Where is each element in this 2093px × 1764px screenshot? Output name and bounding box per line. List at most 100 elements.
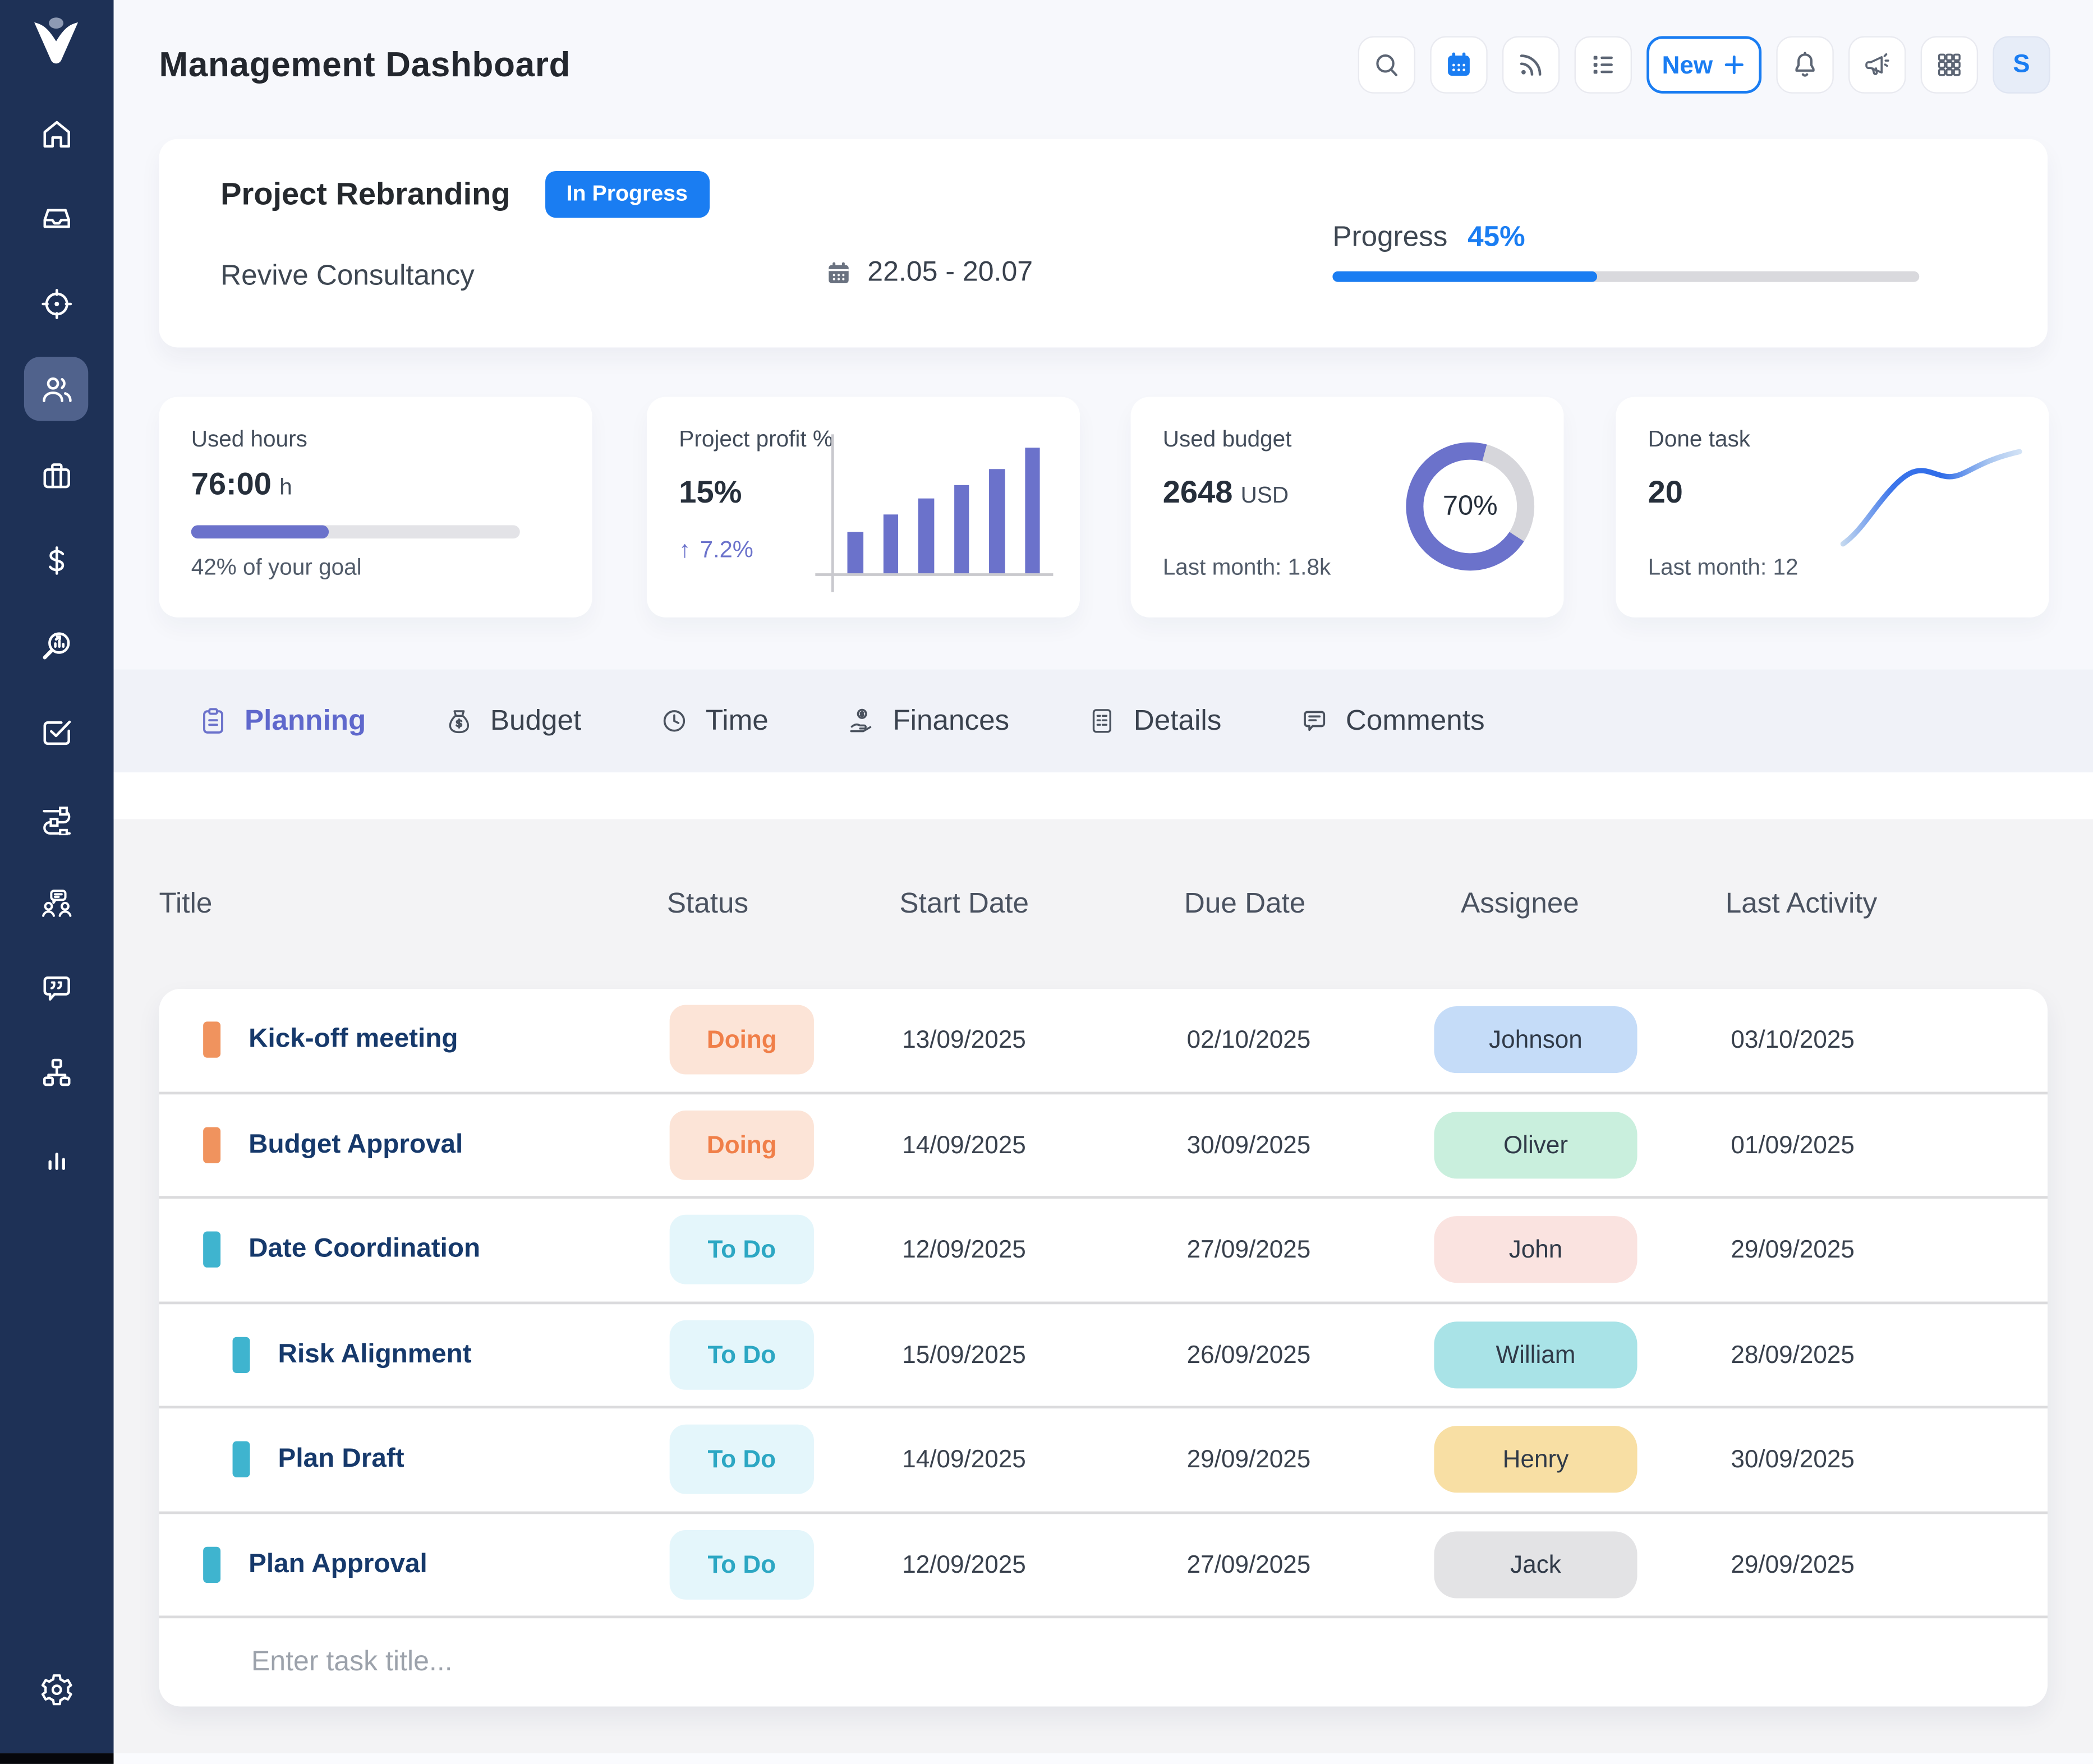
- dollar-icon: [38, 542, 74, 578]
- task-status-badge: To Do: [670, 1320, 814, 1389]
- task-title-link[interactable]: Risk Alignment: [278, 1339, 472, 1370]
- task-status-badge: Doing: [670, 1110, 814, 1180]
- task-last-activity: 28/09/2025: [1731, 1340, 1855, 1369]
- task-last-activity: 03/10/2025: [1731, 1025, 1855, 1054]
- task-due-date: 26/09/2025: [1187, 1340, 1311, 1369]
- new-button[interactable]: New: [1646, 36, 1761, 93]
- budget-label: Used budget: [1163, 426, 1292, 453]
- table-row[interactable]: Kick-off meeting Doing 13/09/2025 02/10/…: [159, 989, 2048, 1094]
- arrow-up-icon: ↑: [679, 536, 691, 564]
- task-assignee-pill: William: [1434, 1321, 1637, 1388]
- notifications-button[interactable]: [1776, 36, 1833, 93]
- sidebar-item-projects[interactable]: [24, 444, 88, 508]
- plus-icon: [1721, 52, 1746, 77]
- broadcast-button[interactable]: [1502, 36, 1560, 93]
- app: Management Dashboard New S Project Rebra…: [0, 0, 2093, 1764]
- table-row[interactable]: Date Coordination To Do 12/09/2025 27/09…: [159, 1199, 2048, 1304]
- clipboard-icon: [198, 706, 229, 736]
- task-assignee-pill: Oliver: [1434, 1112, 1637, 1178]
- tab-details-label: Details: [1134, 704, 1222, 738]
- briefcase-icon: [38, 458, 74, 494]
- task-due-date: 29/09/2025: [1187, 1445, 1311, 1474]
- task-status-badge: To Do: [670, 1215, 814, 1284]
- sidebar-item-target[interactable]: [24, 271, 88, 335]
- document-icon: [1087, 706, 1117, 736]
- task-due-date: 27/09/2025: [1187, 1550, 1311, 1579]
- tab-comments[interactable]: Comments: [1299, 704, 1485, 738]
- task-last-activity: 29/09/2025: [1731, 1550, 1855, 1579]
- task-title-link[interactable]: Kick-off meeting: [249, 1025, 458, 1056]
- new-task-row: [159, 1618, 2048, 1706]
- sidebar-item-structure[interactable]: [24, 1040, 88, 1104]
- table-row[interactable]: Plan Draft To Do 14/09/2025 29/09/2025 H…: [159, 1408, 2048, 1513]
- sidebar-item-reports[interactable]: [24, 1125, 88, 1189]
- profit-bar: [883, 514, 898, 573]
- sidebar-item-meetings[interactable]: [24, 871, 88, 935]
- table-row[interactable]: Budget Approval Doing 14/09/2025 30/09/2…: [159, 1094, 2048, 1199]
- task-due-date: 27/09/2025: [1187, 1235, 1311, 1264]
- sidebar-item-analytics[interactable]: [24, 614, 88, 678]
- sidebar-item-team[interactable]: [24, 357, 88, 421]
- sidebar-item-finance[interactable]: [24, 528, 88, 592]
- task-assignee-pill: Henry: [1434, 1426, 1637, 1493]
- used-hours-bar-fill: [191, 525, 329, 538]
- page-title: Management Dashboard: [159, 44, 571, 86]
- profit-bar: [848, 532, 863, 573]
- clock-icon: [659, 706, 689, 736]
- calendar-button[interactable]: [1430, 36, 1487, 93]
- sidebar-item-inbox[interactable]: [24, 186, 88, 250]
- new-task-input[interactable]: [249, 1645, 1457, 1680]
- search-icon: [1371, 49, 1402, 80]
- profit-bar: [989, 469, 1004, 573]
- list-button[interactable]: [1575, 36, 1632, 93]
- tab-finances-label: Finances: [893, 704, 1009, 738]
- task-marker: [233, 1441, 250, 1477]
- profit-delta-value: 7.2%: [700, 536, 753, 564]
- column-due-date: Due Date: [1184, 887, 1305, 921]
- gear-icon: [38, 1671, 74, 1707]
- announcements-button[interactable]: [1848, 36, 1906, 93]
- task-start-date: 14/09/2025: [902, 1130, 1026, 1159]
- task-title-link[interactable]: Plan Approval: [249, 1549, 427, 1580]
- task-status-badge: To Do: [670, 1425, 814, 1494]
- progress-label: Progress: [1332, 220, 1447, 254]
- done-sub: Last month: 12: [1648, 555, 1798, 582]
- users-icon: [38, 371, 74, 407]
- meeting-icon: [38, 885, 74, 921]
- search-stats-icon: [38, 628, 74, 664]
- task-title-link[interactable]: Plan Draft: [278, 1444, 404, 1475]
- sidebar-item-tasks[interactable]: [24, 699, 88, 763]
- tab-planning[interactable]: Planning: [198, 704, 366, 738]
- task-marker: [203, 1232, 220, 1268]
- sidebar-item-feedback[interactable]: [24, 955, 88, 1019]
- task-title-link[interactable]: Date Coordination: [249, 1235, 480, 1265]
- tab-comments-label: Comments: [1346, 704, 1485, 738]
- table-row[interactable]: Risk Alignment To Do 15/09/2025 26/09/20…: [159, 1304, 2048, 1408]
- done-sparkline: [1835, 434, 2027, 554]
- sidebar-item-settings[interactable]: [24, 1657, 88, 1721]
- sidebar-item-home[interactable]: [24, 102, 88, 165]
- search-button[interactable]: [1358, 36, 1415, 93]
- task-status-badge: To Do: [670, 1530, 814, 1599]
- app-logo-icon: [24, 11, 88, 75]
- task-assignee-pill: Jack: [1434, 1531, 1637, 1598]
- project-date-range: 22.05 - 20.07: [867, 256, 1033, 288]
- done-task-card: Done task 20 Last month: 12: [1616, 397, 2049, 618]
- used-hours-label: Used hours: [191, 426, 307, 453]
- budget-donut-label: 70%: [1443, 490, 1498, 522]
- tab-finances[interactable]: Finances: [846, 704, 1009, 738]
- pipeline-icon: [38, 799, 74, 835]
- tab-time[interactable]: Time: [659, 704, 768, 738]
- sidebar: [0, 0, 114, 1753]
- table-row[interactable]: Plan Approval To Do 12/09/2025 27/09/202…: [159, 1513, 2048, 1618]
- tab-budget[interactable]: Budget: [443, 704, 581, 738]
- tab-planning-label: Planning: [245, 704, 366, 738]
- task-marker: [203, 1546, 220, 1582]
- sidebar-item-pipeline[interactable]: [24, 785, 88, 849]
- tab-time-label: Time: [706, 704, 769, 738]
- apps-button[interactable]: [1921, 36, 1978, 93]
- project-summary-card: Project Rebranding In Progress Revive Co…: [159, 139, 2048, 348]
- tab-details[interactable]: Details: [1087, 704, 1221, 738]
- task-title-link[interactable]: Budget Approval: [249, 1130, 463, 1160]
- user-avatar[interactable]: S: [1993, 36, 2050, 93]
